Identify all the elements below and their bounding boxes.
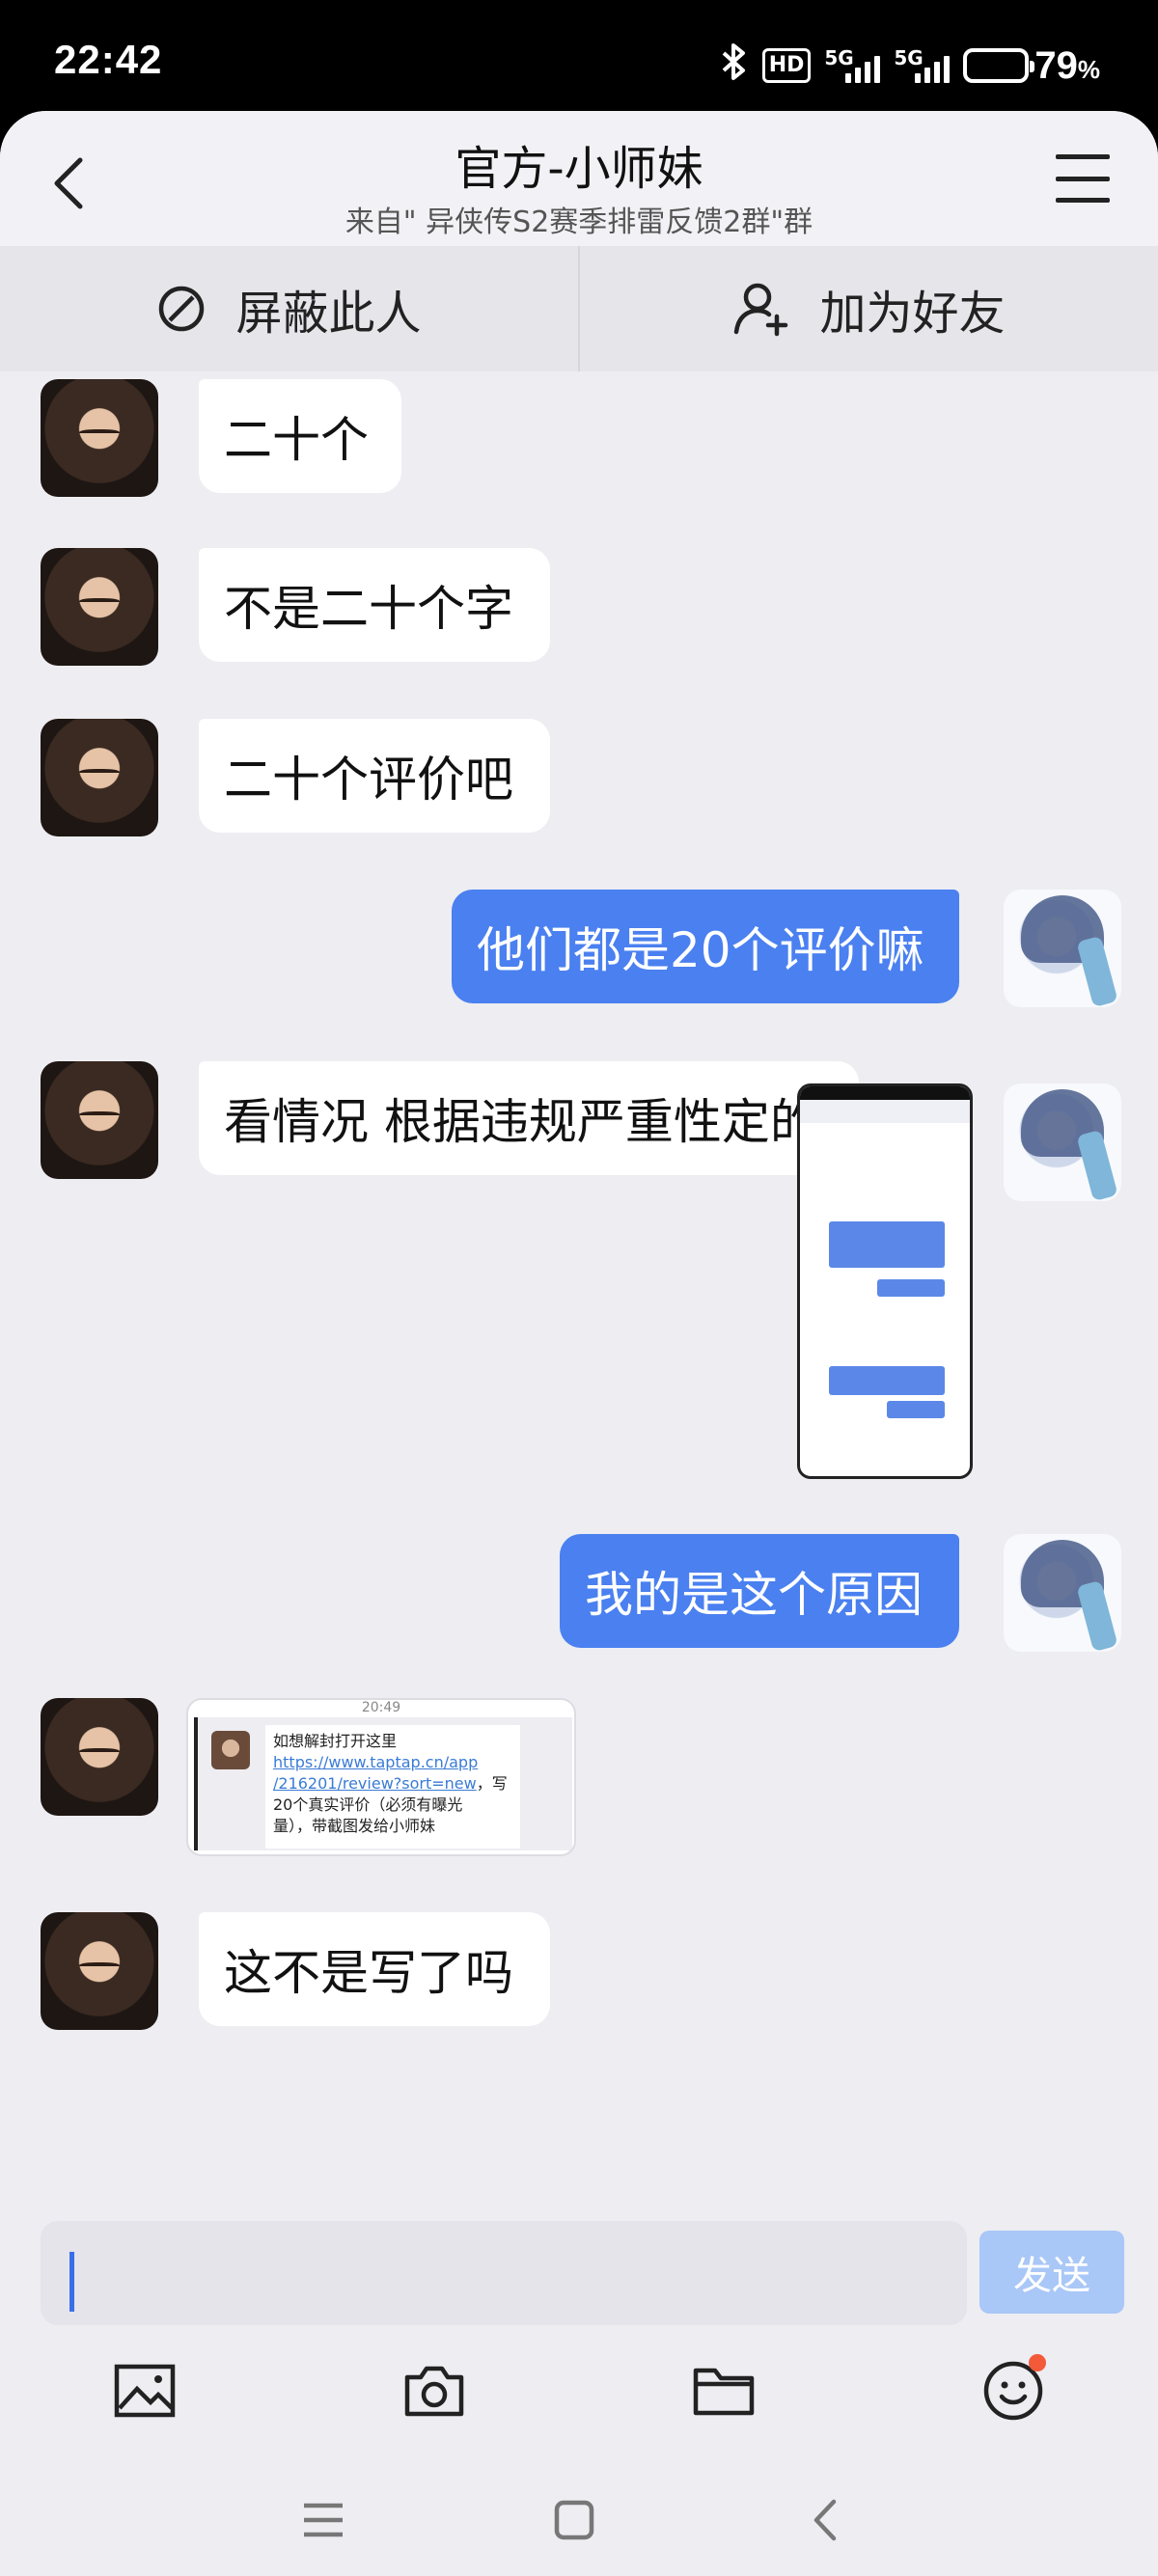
message-bubble-self[interactable]: 我的是这个原因 (560, 1534, 959, 1648)
image-icon (114, 2364, 176, 2418)
file-button[interactable] (685, 2352, 762, 2429)
sender-avatar[interactable] (41, 379, 158, 497)
self-avatar[interactable] (1004, 890, 1121, 1007)
nav-back-icon (813, 2499, 837, 2541)
camera-icon (404, 2366, 464, 2417)
block-icon (159, 286, 205, 332)
emoji-button[interactable] (975, 2352, 1052, 2429)
card-avatar (211, 1731, 250, 1769)
signal-icon-2: 5G (894, 46, 951, 85)
nav-back-button[interactable] (791, 2486, 859, 2554)
recent-apps-icon (304, 2503, 343, 2537)
bluetooth-icon (720, 41, 749, 91)
sender-avatar[interactable] (41, 548, 158, 666)
block-user-label: 屏蔽此人 (235, 287, 422, 341)
battery-icon (963, 48, 1035, 83)
image-button[interactable] (106, 2352, 183, 2429)
signal-icon: 5G (824, 46, 881, 85)
recent-apps-button[interactable] (290, 2486, 357, 2554)
send-button[interactable]: 发送 (979, 2231, 1124, 2314)
hd-badge: HD (761, 48, 812, 83)
system-nav-bar (0, 2465, 1158, 2576)
image-message-card[interactable]: 20:49 如想解封打开这里 https://www.taptap.cn/app… (186, 1698, 576, 1856)
add-friend-button[interactable]: 加为好友 (578, 246, 1158, 371)
message-bubble[interactable]: 看情况 根据违规严重性定的 (199, 1061, 859, 1175)
home-icon (554, 2500, 594, 2540)
status-icons: HD 5G 5G 79% (720, 37, 1100, 95)
status-time: 22:42 (54, 37, 163, 82)
sender-avatar[interactable] (41, 1061, 158, 1179)
message-input[interactable] (41, 2221, 967, 2325)
message-bubble[interactable]: 不是二十个字 (199, 548, 550, 662)
folder-icon (693, 2368, 755, 2416)
chat-subtitle: 来自" 异侠传S2赛季排雷反馈2群"群 (345, 206, 813, 239)
home-button[interactable] (540, 2486, 608, 2554)
text-caret (69, 2252, 74, 2312)
self-avatar[interactable] (1004, 1534, 1121, 1652)
message-list[interactable]: 二十个 不是二十个字 二十个评价吧 他们都是20个评价嘛 看情况 根据违规严重性… (0, 371, 1158, 2195)
card-timestamp: 20:49 (361, 1700, 401, 1715)
message-bubble[interactable]: 这不是写了吗 (199, 1912, 550, 2026)
action-bar: 屏蔽此人 加为好友 (0, 246, 1158, 371)
sender-avatar[interactable] (41, 1912, 158, 2030)
message-bubble[interactable]: 二十个 (199, 379, 401, 493)
block-user-button[interactable]: 屏蔽此人 (0, 246, 578, 371)
chat-header: 官方-小师妹 来自" 异侠传S2赛季排雷反馈2群"群 (0, 111, 1158, 246)
chat-window: 官方-小师妹 来自" 异侠传S2赛季排雷反馈2群"群 屏蔽此人 加为好友 二十个… (0, 111, 1158, 2576)
battery-indicator: 79% (963, 44, 1100, 88)
message-bubble-self[interactable]: 他们都是20个评价嘛 (452, 890, 959, 1003)
card-text: 如想解封打开这里 https://www.taptap.cn/app /2162… (265, 1725, 520, 1849)
add-friend-label: 加为好友 (819, 287, 1006, 341)
message-bubble[interactable]: 二十个评价吧 (199, 719, 550, 833)
notification-dot (1029, 2354, 1046, 2371)
self-avatar[interactable] (1004, 1083, 1121, 1201)
image-message[interactable] (797, 1083, 973, 1479)
status-bar: 22:42 HD 5G 5G 79% (0, 0, 1158, 125)
sender-avatar[interactable] (41, 1698, 158, 1816)
chat-title: 官方-小师妹 (455, 142, 703, 196)
battery-percent: 79 (1034, 43, 1078, 87)
add-friend-icon (734, 283, 788, 337)
attachment-toolbar (0, 2325, 1158, 2465)
sender-avatar[interactable] (41, 719, 158, 836)
menu-icon (1056, 154, 1110, 159)
menu-button[interactable] (1056, 154, 1110, 203)
input-bar: 发送 (0, 2195, 1158, 2325)
card-link[interactable]: https://www.taptap.cn/app (273, 1752, 512, 1773)
camera-button[interactable] (396, 2352, 473, 2429)
